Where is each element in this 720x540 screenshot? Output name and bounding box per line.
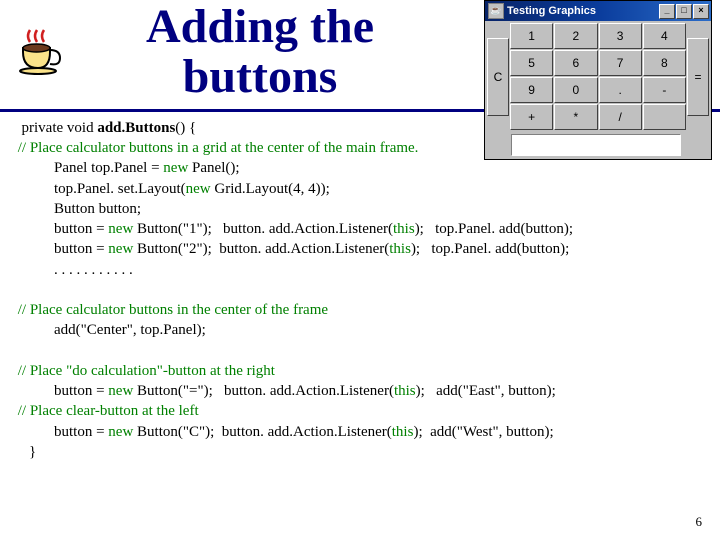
code-l13: // Place clear-button at the left	[14, 401, 706, 421]
code-l5: Button button;	[14, 199, 706, 219]
calc-button-dot[interactable]: .	[599, 77, 642, 103]
minimize-button[interactable]: _	[659, 4, 675, 19]
calc-button-mult[interactable]: *	[554, 104, 597, 130]
maximize-button[interactable]: □	[676, 4, 692, 19]
clear-button[interactable]: C	[487, 38, 509, 116]
calc-button-5[interactable]: 5	[510, 50, 553, 76]
java-coffee-icon	[8, 22, 66, 80]
blank-2	[14, 341, 706, 361]
code-l12: button = new Button("="); button. add.Ac…	[14, 381, 706, 401]
code-l11: // Place "do calculation"-button at the …	[14, 361, 706, 381]
system-menu-icon[interactable]: ☕	[488, 3, 504, 19]
calculator-grid: 1 2 3 4 5 6 7 8 9 0 . - + * /	[509, 23, 687, 130]
code-l6: button = new Button("1"); button. add.Ac…	[14, 219, 706, 239]
close-button[interactable]: ×	[693, 4, 709, 19]
calc-button-6[interactable]: 6	[554, 50, 597, 76]
calc-button-minus[interactable]: -	[643, 77, 686, 103]
equals-button[interactable]: =	[687, 38, 709, 116]
calc-button-8[interactable]: 8	[643, 50, 686, 76]
calculator-window: ☕ Testing Graphics _ □ × C 1 2 3 4 5 6 7…	[484, 0, 712, 160]
code-block: private void add.Buttons() { // Place ca…	[0, 112, 720, 462]
code-l4: top.Panel. set.Layout(new Grid.Layout(4,…	[14, 179, 706, 199]
code-l15: }	[14, 442, 706, 462]
calculator-display-row	[485, 132, 711, 159]
calc-button-0[interactable]: 0	[554, 77, 597, 103]
calc-button-7[interactable]: 7	[599, 50, 642, 76]
calculator-display[interactable]	[511, 134, 681, 156]
calc-button-1[interactable]: 1	[510, 23, 553, 49]
calc-button-2[interactable]: 2	[554, 23, 597, 49]
calc-button-empty[interactable]	[643, 104, 686, 130]
title-line-1: Adding the	[146, 0, 374, 53]
code-l8: . . . . . . . . . . .	[14, 260, 706, 280]
slide-title: Adding the buttons	[40, 0, 480, 105]
title-line-2: buttons	[183, 50, 338, 103]
calc-button-9[interactable]: 9	[510, 77, 553, 103]
calc-button-4[interactable]: 4	[643, 23, 686, 49]
code-l7: button = new Button("2"); button. add.Ac…	[14, 239, 706, 259]
calculator-left-panel: C	[487, 23, 509, 130]
calc-button-3[interactable]: 3	[599, 23, 642, 49]
page-number: 6	[696, 514, 703, 530]
blank-1	[14, 280, 706, 300]
calculator-right-panel: =	[687, 23, 709, 130]
calculator-body: C 1 2 3 4 5 6 7 8 9 0 . - + * / =	[485, 21, 711, 132]
calc-button-div[interactable]: /	[599, 104, 642, 130]
calculator-title: Testing Graphics	[507, 5, 658, 17]
code-l14: button = new Button("C"); button. add.Ac…	[14, 422, 706, 442]
code-l3: Panel top.Panel = new Panel();	[14, 158, 706, 178]
code-l10: add("Center", top.Panel);	[14, 320, 706, 340]
calculator-titlebar: ☕ Testing Graphics _ □ ×	[485, 1, 711, 21]
code-l9: // Place calculator buttons in the cente…	[14, 300, 706, 320]
calc-button-plus[interactable]: +	[510, 104, 553, 130]
